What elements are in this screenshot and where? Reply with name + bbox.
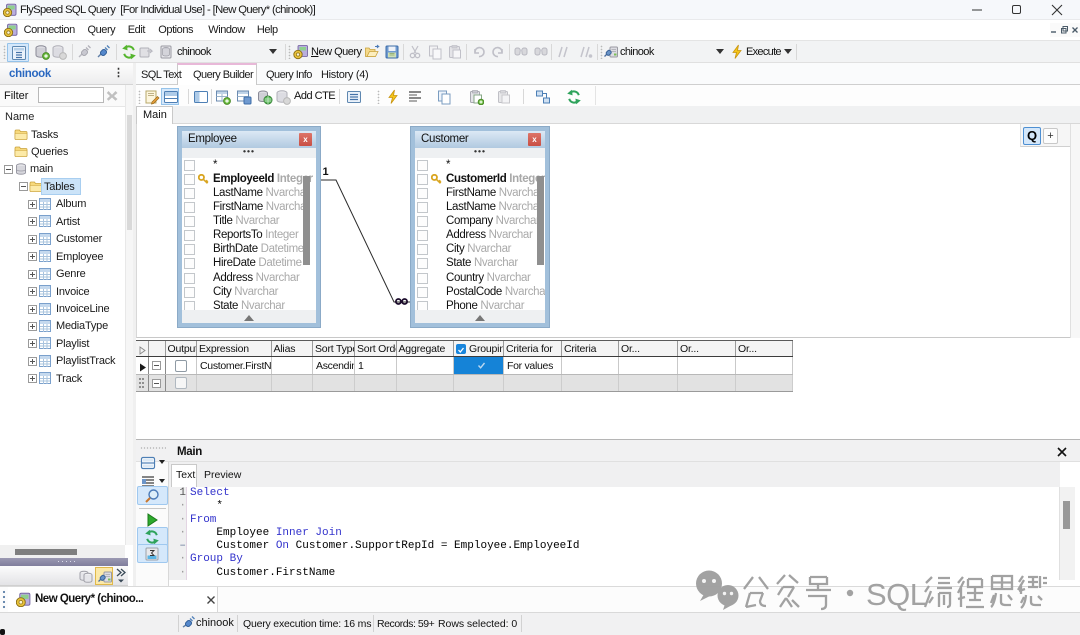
svg-text:SQL: SQL bbox=[866, 577, 927, 612]
